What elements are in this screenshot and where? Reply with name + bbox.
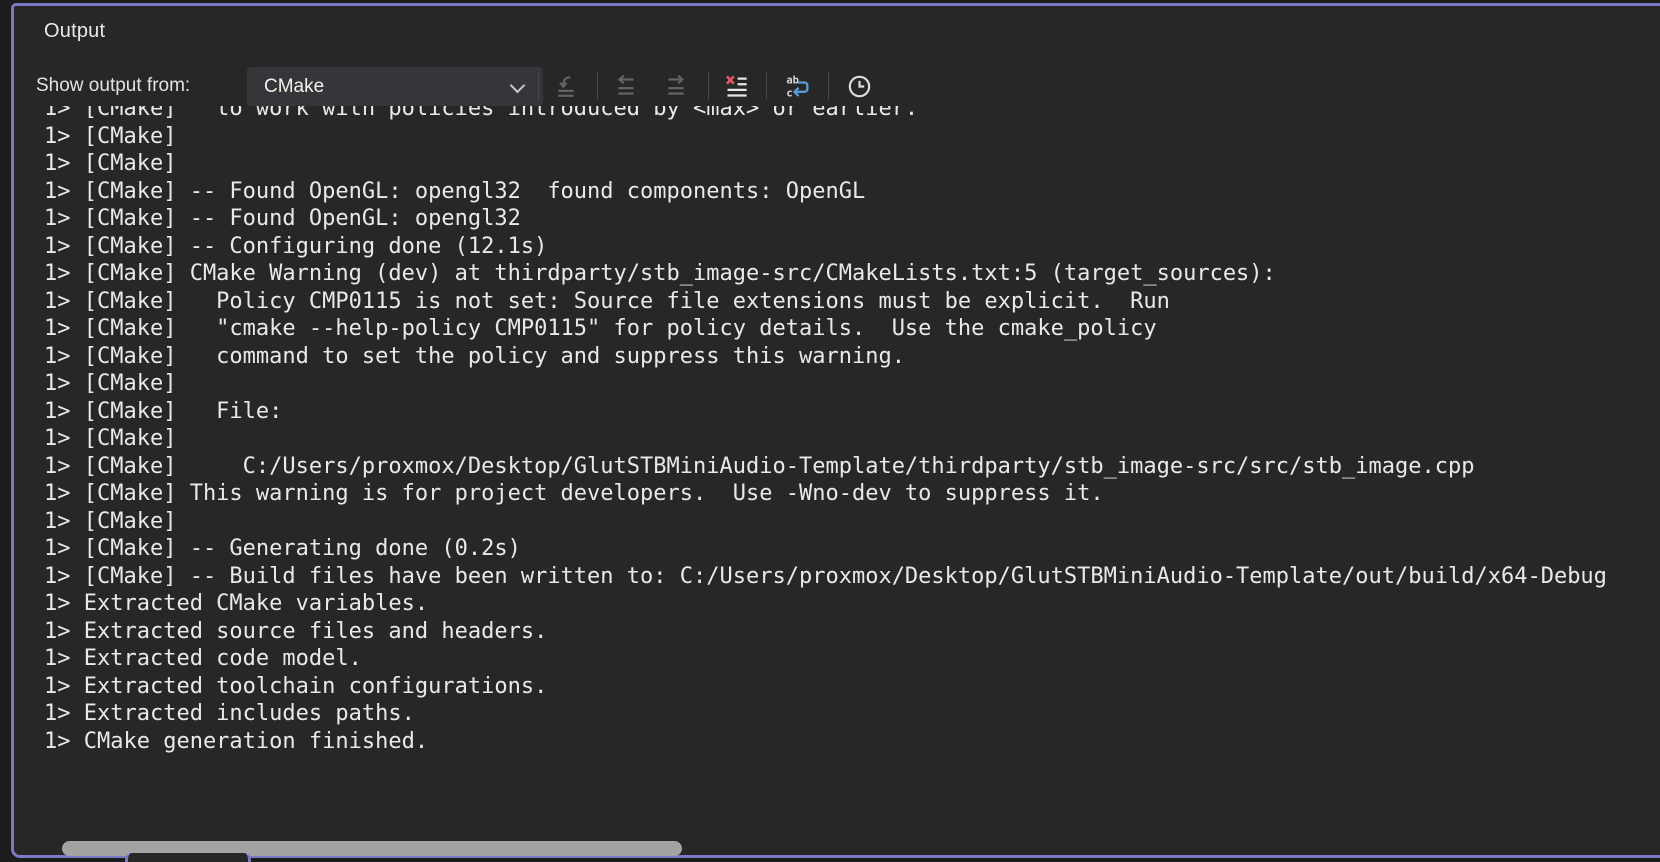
go-to-message-icon (553, 73, 579, 99)
clear-all-icon (723, 73, 750, 100)
log-lines: 1> [CMake] to work with policies introdu… (28, 106, 1660, 755)
log-line: 1> [CMake] Policy CMP0115 is not set: So… (44, 288, 1660, 316)
timestamps-button[interactable] (843, 70, 875, 102)
log-line: 1> [CMake] -- Found OpenGL: opengl32 fou… (44, 178, 1660, 206)
clear-all-button[interactable] (720, 70, 752, 102)
log-line: 1> [CMake] "cmake --help-policy CMP0115"… (44, 315, 1660, 343)
log-line: 1> Extracted code model. (44, 645, 1660, 673)
output-source-selected-value: CMake (247, 76, 324, 98)
show-output-from-label: Show output from: (36, 75, 190, 97)
log-line: 1> [CMake] -- Build files have been writ… (44, 563, 1660, 591)
timestamps-clock-icon (846, 73, 873, 100)
log-line: 1> [CMake] CMake Warning (dev) at thirdp… (44, 260, 1660, 288)
word-wrap-button[interactable]: ab c (782, 70, 814, 102)
toolbar-separator (538, 72, 539, 99)
output-source-dropdown[interactable]: CMake (247, 67, 543, 106)
next-message-icon (663, 73, 689, 99)
log-line: 1> [CMake] -- Configuring done (12.1s) (44, 233, 1660, 261)
log-viewport[interactable]: 1> [CMake] to work with policies introdu… (28, 106, 1660, 854)
log-line: 1> [CMake] File: (44, 398, 1660, 426)
log-line: 1> [CMake] -- Generating done (0.2s) (44, 535, 1660, 563)
log-line: 1> Extracted includes paths. (44, 700, 1660, 728)
toolbar-separator (828, 72, 829, 99)
panel-title: Output (44, 20, 105, 43)
svg-text:c: c (786, 88, 792, 100)
output-panel: Output Show output from: CMake (11, 3, 1660, 858)
log-line: 1> Extracted source files and headers. (44, 618, 1660, 646)
next-message-button[interactable] (660, 70, 692, 102)
log-line: 1> [CMake] -- Found OpenGL: opengl32 (44, 205, 1660, 233)
log-line: 1> [CMake] (44, 123, 1660, 151)
previous-message-button[interactable] (610, 70, 642, 102)
svg-text:ab: ab (786, 75, 799, 87)
log-line: 1> [CMake] This warning is for project d… (44, 480, 1660, 508)
log-line: 1> [CMake] (44, 370, 1660, 398)
output-tool-window: Output Show output from: CMake (0, 0, 1660, 862)
log-line: 1> [CMake] C:/Users/proxmox/Desktop/Glut… (44, 453, 1660, 481)
log-line: 1> [CMake] command to set the policy and… (44, 343, 1660, 371)
log-line: 1> [CMake] (44, 425, 1660, 453)
log-line: 1> [CMake] (44, 150, 1660, 178)
log-line: 1> CMake generation finished. (44, 728, 1660, 756)
log-line: 1> Extracted toolchain configurations. (44, 673, 1660, 701)
toolbar-separator (597, 72, 598, 99)
log-line: 1> Extracted CMake variables. (44, 590, 1660, 618)
chevron-down-icon (512, 80, 523, 91)
previous-message-icon (613, 73, 639, 99)
log-line: 1> [CMake] to work with policies introdu… (44, 106, 1660, 123)
word-wrap-icon: ab c (784, 72, 812, 100)
toolbar-separator (766, 72, 767, 99)
log-line: 1> [CMake] (44, 508, 1660, 536)
go-to-message-button[interactable] (550, 70, 582, 102)
toolbar-separator (708, 72, 709, 99)
active-tab-connector[interactable] (125, 853, 251, 862)
